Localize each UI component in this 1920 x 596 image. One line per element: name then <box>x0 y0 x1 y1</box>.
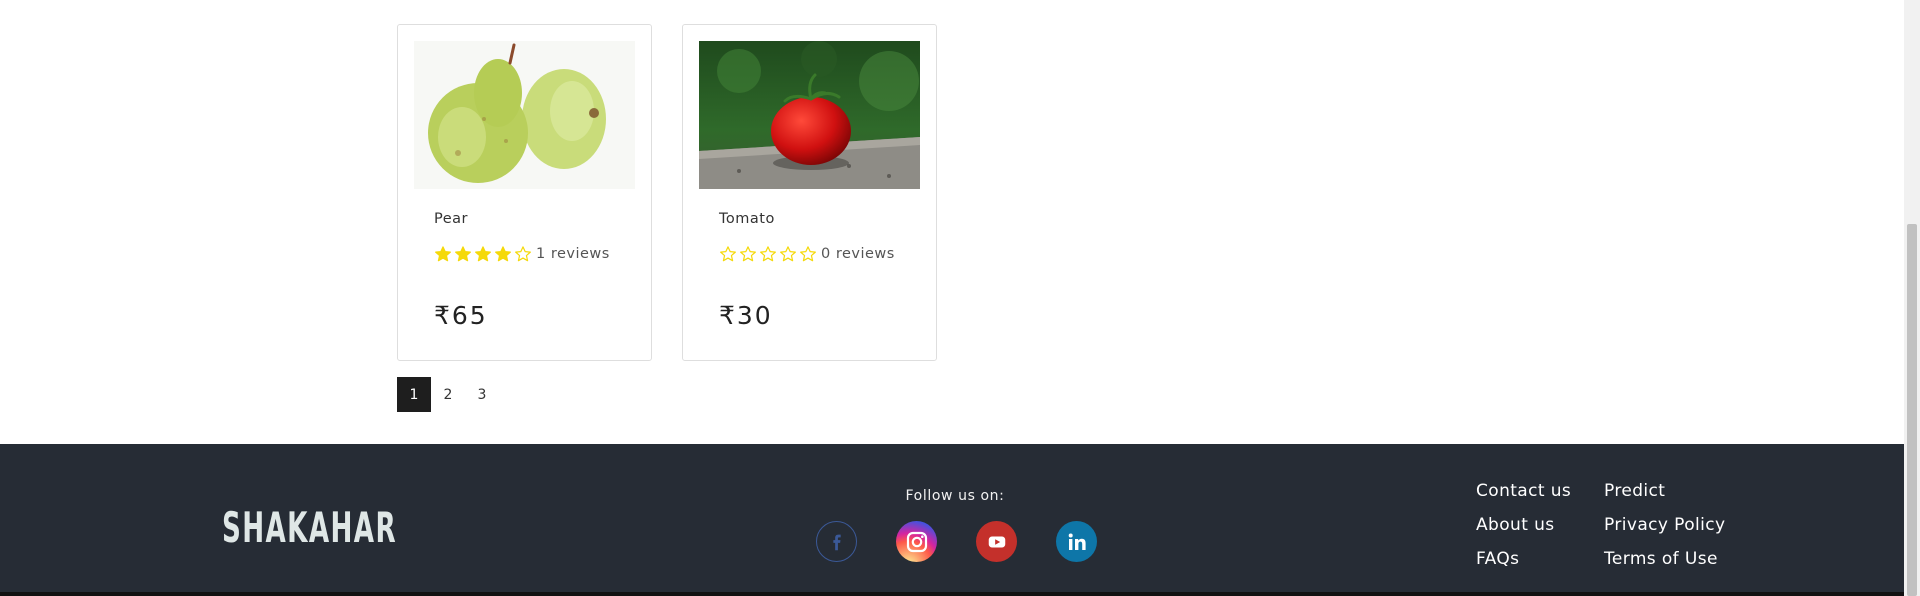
product-rating: 1 reviews <box>434 245 610 263</box>
instagram-link[interactable] <box>896 521 937 562</box>
product-rating: 0 reviews <box>719 245 895 263</box>
product-name[interactable]: Pear <box>434 211 468 227</box>
linkedin-link[interactable] <box>1056 521 1097 562</box>
privacy-policy-link[interactable]: Privacy Policy <box>1604 514 1725 548</box>
vertical-scrollbar[interactable] <box>1904 0 1920 596</box>
predict-link[interactable]: Predict <box>1604 480 1725 514</box>
product-image-tomato[interactable] <box>699 41 920 189</box>
star-empty-icon <box>720 246 736 262</box>
star-empty-icon <box>780 246 796 262</box>
star-filled-icon <box>495 246 511 262</box>
star-empty-icon <box>760 246 776 262</box>
terms-of-use-link[interactable]: Terms of Use <box>1604 548 1725 582</box>
star-rating <box>719 245 817 263</box>
page-2-button[interactable]: 2 <box>431 377 465 412</box>
social-links <box>816 521 1097 562</box>
page-1-button[interactable]: 1 <box>397 377 431 412</box>
product-image-pear[interactable] <box>414 41 635 189</box>
product-grid: Pear 1 reviews ₹65 Tomato 0 reviews ₹30 <box>397 24 937 361</box>
youtube-icon <box>988 536 1005 547</box>
star-filled-icon <box>435 246 451 262</box>
facebook-icon <box>832 534 841 550</box>
star-rating <box>434 245 532 263</box>
linkedin-icon <box>1068 533 1086 550</box>
youtube-link[interactable] <box>976 521 1017 562</box>
faqs-link[interactable]: FAQs <box>1476 548 1571 582</box>
page-3-button[interactable]: 3 <box>465 377 499 412</box>
review-count: 1 reviews <box>536 246 610 262</box>
product-price: ₹30 <box>719 301 773 330</box>
contact-us-link[interactable]: Contact us <box>1476 480 1571 514</box>
product-price: ₹65 <box>434 301 488 330</box>
star-empty-icon <box>800 246 816 262</box>
pear-photo <box>414 41 635 189</box>
product-card-pear[interactable]: Pear 1 reviews ₹65 <box>397 24 652 361</box>
shakahar-logo[interactable]: SHAKAHAR <box>222 499 397 549</box>
logo-text: SHAKAHAR <box>222 503 397 549</box>
facebook-link[interactable] <box>816 521 857 562</box>
page: Pear 1 reviews ₹65 Tomato 0 reviews ₹30 … <box>0 0 1920 596</box>
footer-links-col1: Contact us About us FAQs <box>1476 480 1571 582</box>
tomato-photo <box>699 41 920 189</box>
star-filled-icon <box>455 246 471 262</box>
pagination: 1 2 3 <box>397 377 499 412</box>
scrollbar-thumb[interactable] <box>1907 224 1917 596</box>
about-us-link[interactable]: About us <box>1476 514 1571 548</box>
product-name[interactable]: Tomato <box>719 211 775 227</box>
footer-bottom-bar <box>0 592 1904 596</box>
star-empty-icon <box>740 246 756 262</box>
product-card-tomato[interactable]: Tomato 0 reviews ₹30 <box>682 24 937 361</box>
footer: SHAKAHAR Follow us on: Contact us About … <box>0 444 1904 596</box>
follow-us-label: Follow us on: <box>905 488 1005 504</box>
star-empty-icon <box>515 246 531 262</box>
review-count: 0 reviews <box>821 246 895 262</box>
instagram-icon <box>906 531 927 552</box>
footer-links-col2: Predict Privacy Policy Terms of Use <box>1604 480 1725 582</box>
star-filled-icon <box>475 246 491 262</box>
